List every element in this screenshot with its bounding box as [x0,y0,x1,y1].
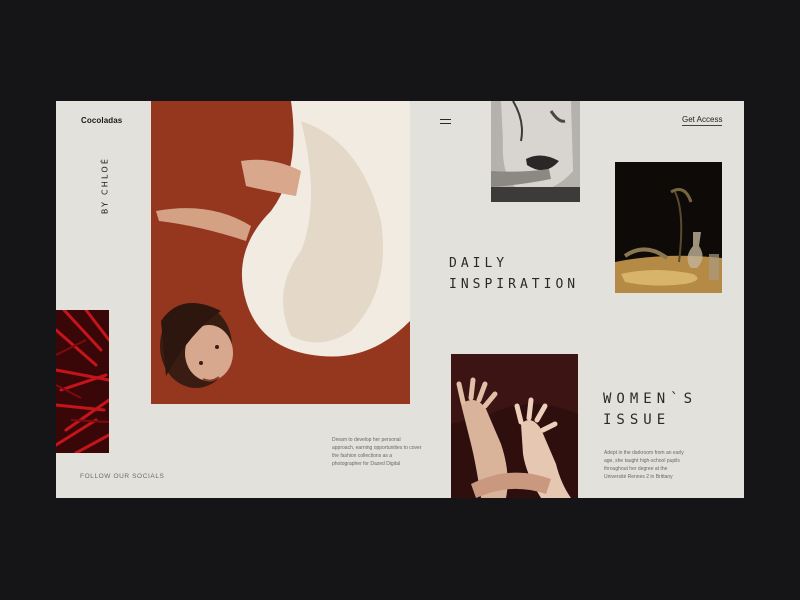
editorial-card: Cocoladas BY CHLOÉ Get Access DAILY INSP… [56,101,744,498]
red-leaves-photo[interactable] [56,310,109,453]
darkroom-bio-paragraph: Adept in the darkroom from an early age,… [604,450,684,480]
vertical-byline: BY CHLOÉ [75,157,135,215]
hamburger-icon[interactable] [440,119,451,125]
still-life-photo[interactable] [615,162,722,293]
womens-issue-title: WOMEN`S ISSUE [603,391,698,428]
photographer-bio-paragraph: Dream to develop her personal approach, … [332,437,422,467]
follow-socials-link[interactable]: FOLLOW OUR SOCIALS [80,473,164,480]
hero-photo[interactable] [151,101,410,404]
daily-inspiration-title: DAILY INSPIRATION [449,256,580,292]
brand-logo[interactable]: Cocoladas [81,116,122,125]
hands-photo[interactable] [451,354,578,498]
lips-portrait-photo[interactable] [491,101,580,202]
get-access-button[interactable]: Get Access [682,115,723,126]
byline-text: BY CHLOÉ [100,156,110,215]
